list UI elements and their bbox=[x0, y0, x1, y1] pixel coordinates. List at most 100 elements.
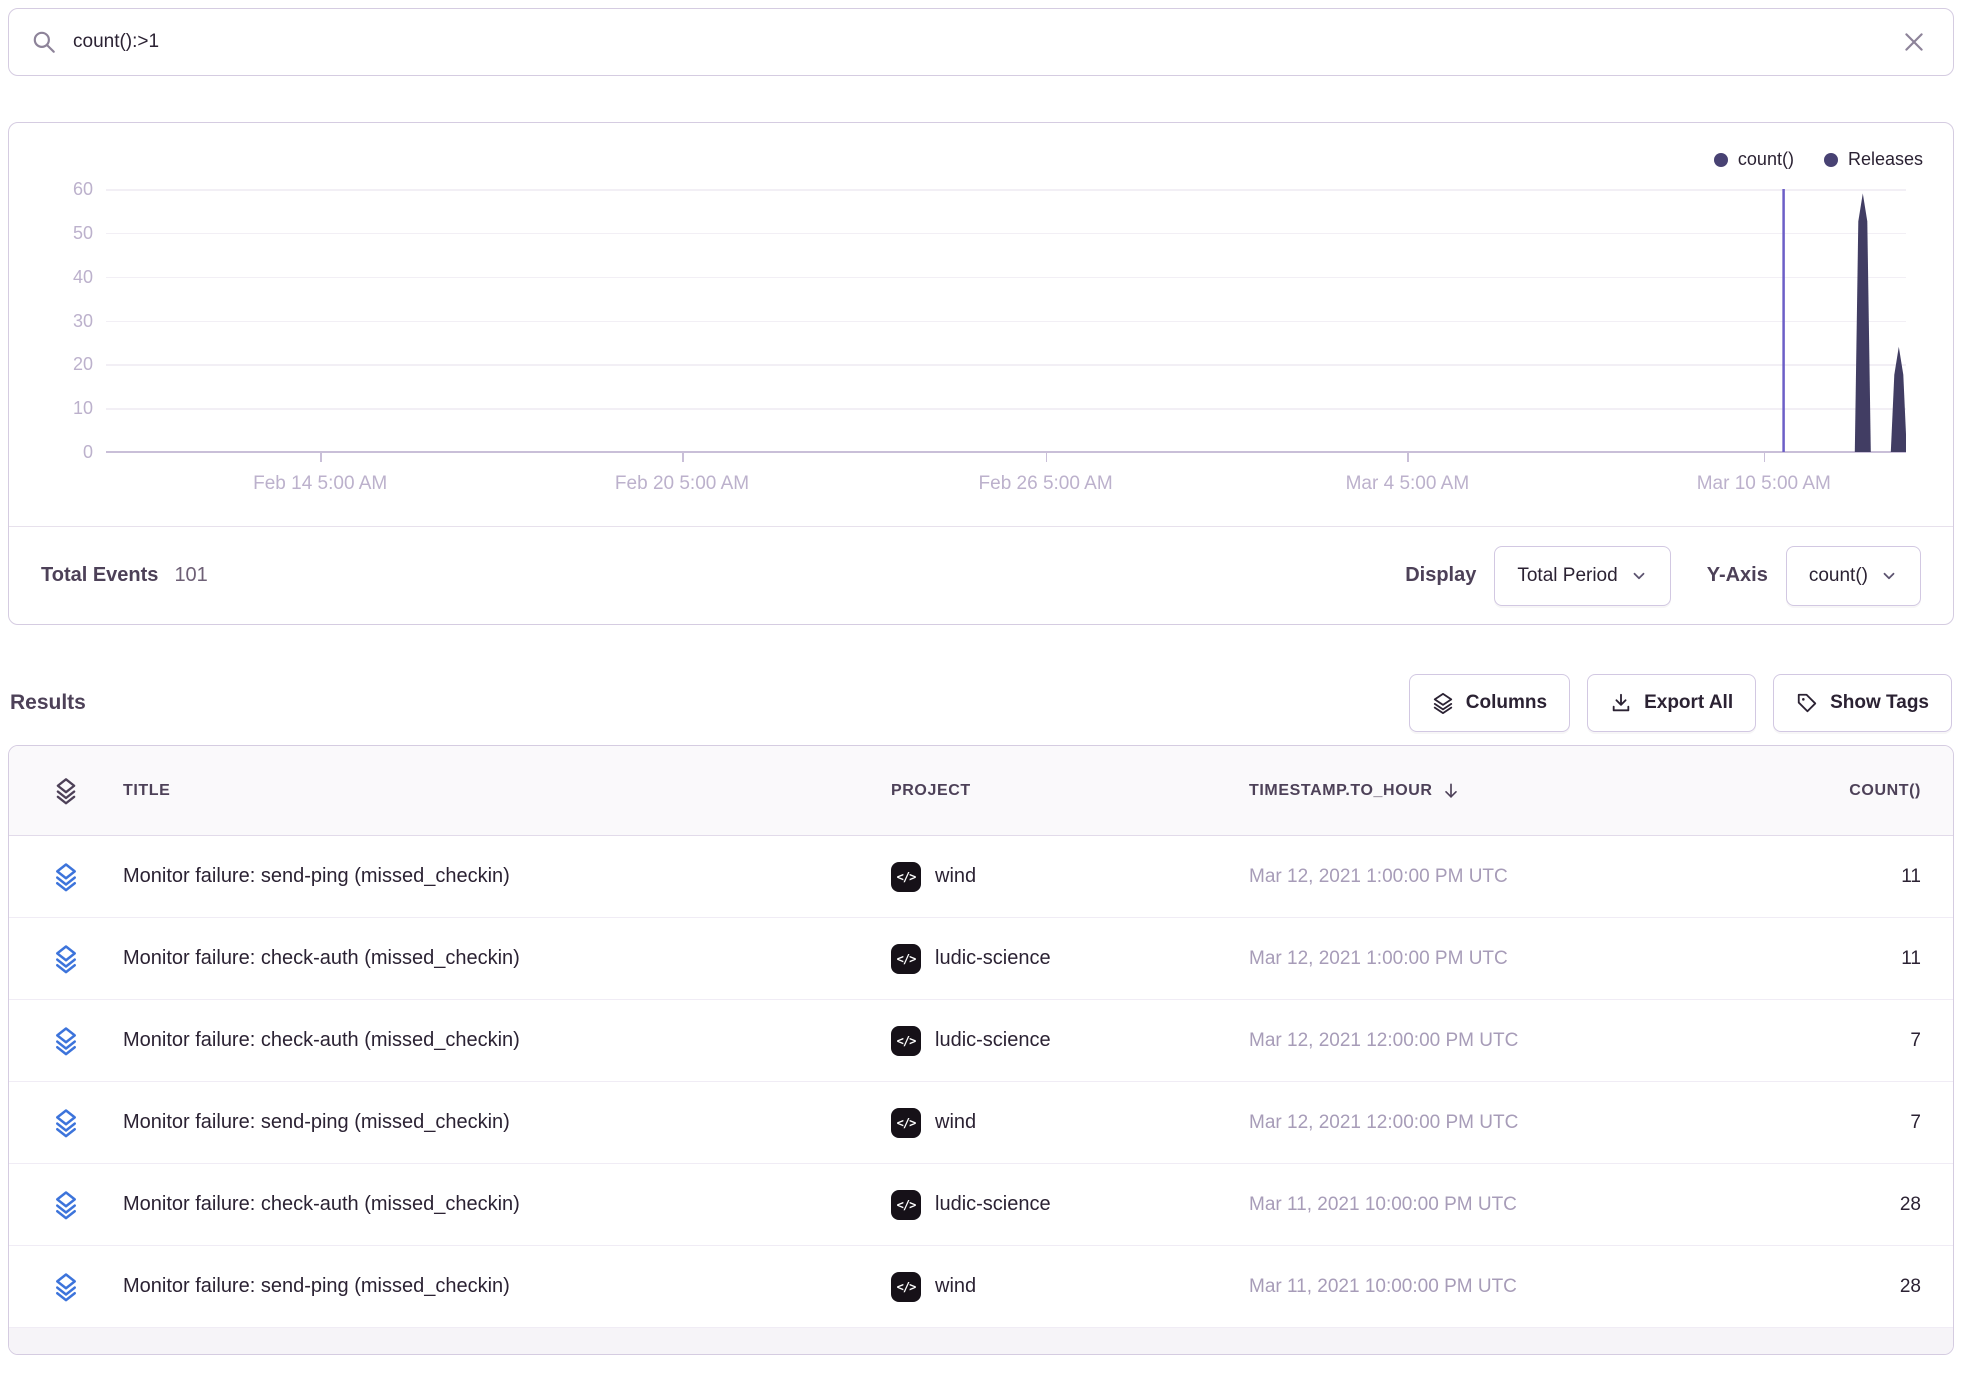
open-stack-icon[interactable] bbox=[51, 1108, 81, 1138]
total-events-value: 101 bbox=[174, 564, 207, 587]
discover-page: count() Releases 0102030405060 Feb 14 5:… bbox=[0, 0, 1962, 1363]
show-tags-button[interactable]: Show Tags bbox=[1773, 674, 1952, 732]
project-name: wind bbox=[935, 1275, 976, 1298]
x-tick bbox=[1407, 452, 1409, 462]
x-tick bbox=[1764, 452, 1766, 462]
display-label: Display bbox=[1405, 564, 1476, 587]
table-row[interactable]: Monitor failure: send-ping (missed_check… bbox=[9, 1082, 1953, 1164]
open-stack-icon[interactable] bbox=[51, 1026, 81, 1056]
table-row[interactable]: Monitor failure: check-auth (missed_chec… bbox=[9, 1164, 1953, 1246]
total-events-label: Total Events bbox=[41, 564, 158, 587]
download-icon bbox=[1610, 692, 1632, 714]
event-title[interactable]: Monitor failure: check-auth (missed_chec… bbox=[123, 947, 891, 970]
legend-label: Releases bbox=[1848, 149, 1923, 170]
yaxis-dropdown-value: count() bbox=[1809, 565, 1868, 587]
project-platform-icon: </> bbox=[891, 1272, 921, 1302]
event-title[interactable]: Monitor failure: send-ping (missed_check… bbox=[123, 865, 891, 888]
x-tick bbox=[320, 452, 322, 462]
project-platform-icon: </> bbox=[891, 1190, 921, 1220]
timestamp-value: Mar 12, 2021 12:00:00 PM UTC bbox=[1249, 1112, 1741, 1134]
open-stack-icon[interactable] bbox=[51, 944, 81, 974]
timestamp-value: Mar 12, 2021 1:00:00 PM UTC bbox=[1249, 866, 1741, 888]
display-dropdown-value: Total Period bbox=[1517, 565, 1617, 587]
legend-dot-icon bbox=[1714, 153, 1728, 167]
legend-dot-icon bbox=[1824, 153, 1838, 167]
chevron-down-icon bbox=[1880, 567, 1898, 585]
table-row[interactable]: Monitor failure: check-auth (missed_chec… bbox=[9, 1000, 1953, 1082]
y-tick-label: 20 bbox=[9, 353, 93, 375]
y-tick-label: 10 bbox=[9, 397, 93, 419]
events-chart-panel: count() Releases 0102030405060 Feb 14 5:… bbox=[8, 122, 1954, 625]
y-tick-label: 0 bbox=[9, 441, 93, 463]
column-header-timestamp-label: TIMESTAMP.TO_HOUR bbox=[1249, 782, 1433, 800]
results-table: TITLE PROJECT TIMESTAMP.TO_HOUR COUNT() … bbox=[8, 745, 1954, 1355]
layers-icon bbox=[1432, 692, 1454, 714]
event-title[interactable]: Monitor failure: send-ping (missed_check… bbox=[123, 1111, 891, 1134]
count-value: 11 bbox=[1741, 866, 1953, 888]
table-header-row: TITLE PROJECT TIMESTAMP.TO_HOUR COUNT() bbox=[9, 746, 1953, 836]
results-header: Results Columns Export All Show Tags bbox=[10, 674, 1952, 732]
chevron-down-icon bbox=[1630, 567, 1648, 585]
count-value: 28 bbox=[1741, 1276, 1953, 1298]
open-stack-icon[interactable] bbox=[51, 862, 81, 892]
chart-plot: Feb 14 5:00 AMFeb 20 5:00 AMFeb 26 5:00 … bbox=[106, 189, 1906, 452]
open-stack-icon[interactable] bbox=[51, 1190, 81, 1220]
column-header-title[interactable]: TITLE bbox=[123, 782, 891, 800]
table-row[interactable]: Monitor failure: send-ping (missed_check… bbox=[9, 836, 1953, 918]
results-heading: Results bbox=[10, 691, 86, 715]
release-marker-line bbox=[1782, 189, 1785, 452]
x-tick-label: Feb 14 5:00 AM bbox=[200, 473, 440, 495]
project-cell: </> wind bbox=[891, 1272, 1249, 1302]
project-name: ludic-science bbox=[935, 1193, 1051, 1216]
event-title[interactable]: Monitor failure: check-auth (missed_chec… bbox=[123, 1029, 891, 1052]
chart-footer: Total Events 101 Display Total Period Y-… bbox=[9, 526, 1953, 624]
y-tick-label: 50 bbox=[9, 222, 93, 244]
project-platform-icon: </> bbox=[891, 862, 921, 892]
column-header-project[interactable]: PROJECT bbox=[891, 782, 1249, 800]
table-body: Monitor failure: send-ping (missed_check… bbox=[9, 836, 1953, 1328]
event-title[interactable]: Monitor failure: send-ping (missed_check… bbox=[123, 1275, 891, 1298]
x-tick-label: Feb 20 5:00 AM bbox=[562, 473, 802, 495]
x-tick-label: Mar 4 5:00 AM bbox=[1287, 473, 1527, 495]
project-name: wind bbox=[935, 865, 976, 888]
project-name: ludic-science bbox=[935, 947, 1051, 970]
table-row[interactable]: Monitor failure: check-auth (missed_chec… bbox=[9, 918, 1953, 1000]
table-row[interactable]: Monitor failure: send-ping (missed_check… bbox=[9, 1246, 1953, 1328]
project-platform-icon: </> bbox=[891, 1026, 921, 1056]
project-cell: </> wind bbox=[891, 862, 1249, 892]
search-input[interactable] bbox=[73, 31, 1897, 53]
event-title[interactable]: Monitor failure: check-auth (missed_chec… bbox=[123, 1193, 891, 1216]
x-tick bbox=[1046, 452, 1048, 462]
table-footer-strip bbox=[9, 1328, 1953, 1354]
display-dropdown[interactable]: Total Period bbox=[1494, 546, 1670, 606]
project-name: ludic-science bbox=[935, 1029, 1051, 1052]
yaxis-label: Y-Axis bbox=[1707, 564, 1768, 587]
timestamp-value: Mar 12, 2021 12:00:00 PM UTC bbox=[1249, 1030, 1741, 1052]
chart-legend: count() Releases bbox=[1714, 149, 1923, 170]
timestamp-value: Mar 11, 2021 10:00:00 PM UTC bbox=[1249, 1276, 1741, 1298]
open-stack-icon[interactable] bbox=[51, 1272, 81, 1302]
count-value: 28 bbox=[1741, 1194, 1953, 1216]
project-cell: </> wind bbox=[891, 1108, 1249, 1138]
count-value: 11 bbox=[1741, 948, 1953, 970]
search-icon bbox=[31, 29, 57, 55]
columns-button-label: Columns bbox=[1466, 692, 1547, 714]
clear-search-icon[interactable] bbox=[1897, 25, 1931, 59]
yaxis-dropdown[interactable]: count() bbox=[1786, 546, 1921, 606]
export-all-button-label: Export All bbox=[1644, 692, 1733, 714]
legend-label: count() bbox=[1738, 149, 1794, 170]
count-spike bbox=[1855, 193, 1871, 452]
export-all-button[interactable]: Export All bbox=[1587, 674, 1756, 732]
count-spike bbox=[1891, 347, 1906, 452]
chart-series-svg bbox=[106, 189, 1906, 452]
project-platform-icon: </> bbox=[891, 944, 921, 974]
legend-item-count[interactable]: count() bbox=[1714, 149, 1794, 170]
column-header-timestamp[interactable]: TIMESTAMP.TO_HOUR bbox=[1249, 781, 1741, 801]
y-tick-label: 60 bbox=[9, 178, 93, 200]
column-header-count[interactable]: COUNT() bbox=[1741, 782, 1953, 800]
legend-item-releases[interactable]: Releases bbox=[1824, 149, 1923, 170]
columns-button[interactable]: Columns bbox=[1409, 674, 1570, 732]
timestamp-value: Mar 12, 2021 1:00:00 PM UTC bbox=[1249, 948, 1741, 970]
sort-descending-icon bbox=[1441, 781, 1461, 801]
count-value: 7 bbox=[1741, 1030, 1953, 1052]
